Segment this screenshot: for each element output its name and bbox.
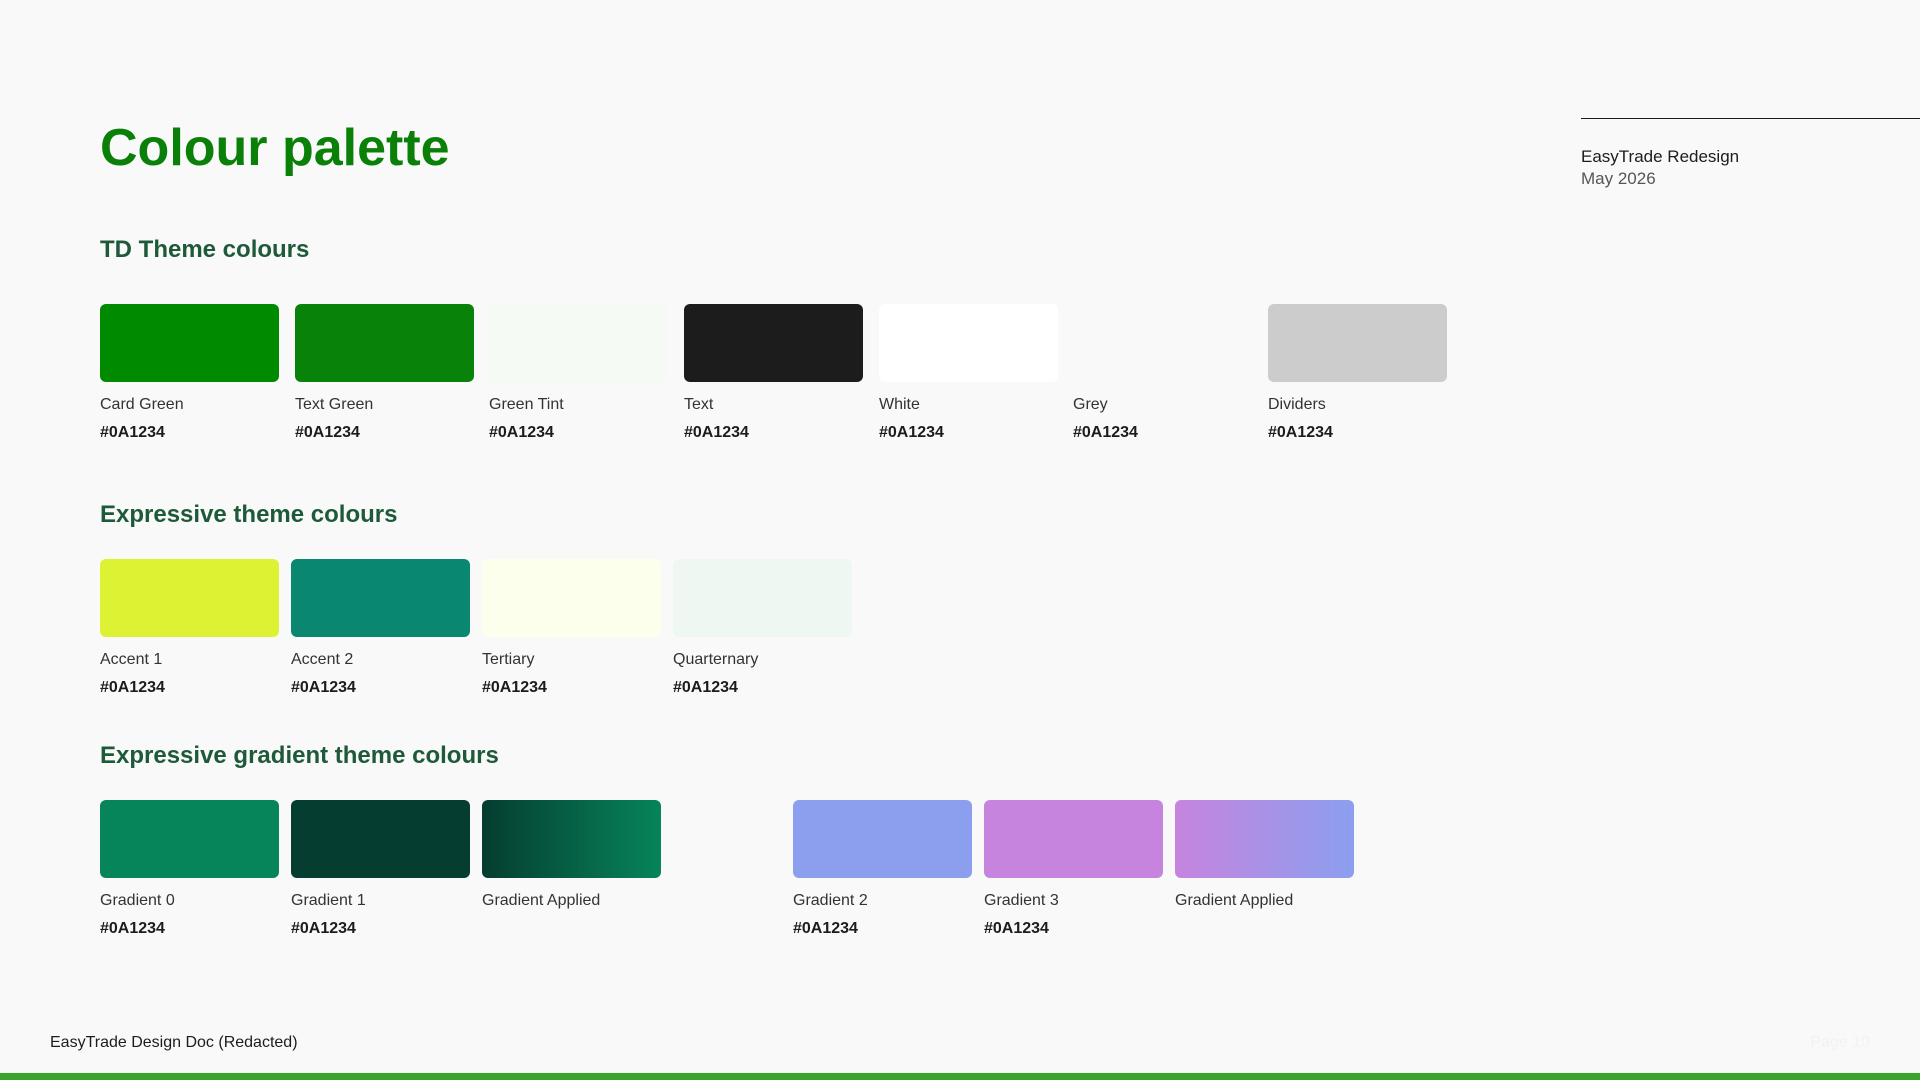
swatch-chip — [291, 800, 470, 878]
swatch-name: Gradient Applied — [1175, 892, 1294, 909]
swatch-grey: Grey #0A1234 — [1073, 304, 1252, 443]
swatch-chip — [684, 304, 863, 382]
swatch-chip — [100, 559, 279, 637]
swatch-chip — [984, 800, 1163, 878]
swatch-chip — [1073, 304, 1252, 382]
swatch-chip — [879, 304, 1058, 382]
section-title-gradient: Expressive gradient theme colours — [100, 742, 499, 769]
swatch-hex: #0A1234 — [291, 920, 356, 937]
swatch-hex: #0A1234 — [1073, 424, 1138, 441]
swatch-gradient-1: Gradient 1 #0A1234 — [291, 800, 470, 939]
swatch-name: Card Green — [100, 396, 184, 413]
swatch-hex: #0A1234 — [100, 679, 165, 696]
header-divider — [1581, 118, 1920, 119]
swatch-gradient-applied-purple: Gradient Applied — [1175, 800, 1354, 911]
bottom-accent-bar — [0, 1073, 1920, 1080]
project-name: EasyTrade Redesign — [1581, 147, 1740, 166]
footer-doc-title: EasyTrade Design Doc (Redacted) — [50, 1034, 298, 1051]
swatch-text-green: Text Green #0A1234 — [295, 304, 474, 443]
swatch-name: Tertiary — [482, 651, 535, 668]
swatch-name: Gradient 2 — [793, 892, 868, 909]
swatch-name: Dividers — [1268, 396, 1326, 413]
swatch-hex: #0A1234 — [291, 679, 356, 696]
swatch-hex: #0A1234 — [984, 920, 1049, 937]
swatch-white: White #0A1234 — [879, 304, 1058, 443]
swatch-gradient-applied-green: Gradient Applied — [482, 800, 661, 911]
swatch-chip — [1175, 800, 1354, 878]
swatch-name: Accent 1 — [100, 651, 163, 668]
doc-date: May 2026 — [1581, 169, 1656, 188]
swatch-gradient-0: Gradient 0 #0A1234 — [100, 800, 279, 939]
swatch-gradient-2: Gradient 2 #0A1234 — [793, 800, 972, 939]
swatch-hex: #0A1234 — [1268, 424, 1333, 441]
doc-meta: EasyTrade Redesign May 2026 — [1581, 146, 1739, 190]
page-number: Page 10 — [1810, 1034, 1870, 1051]
swatch-chip — [482, 800, 661, 878]
swatch-name: Grey — [1073, 396, 1108, 413]
section-title-expressive: Expressive theme colours — [100, 501, 398, 528]
swatch-chip — [291, 559, 470, 637]
swatch-chip — [793, 800, 972, 878]
swatch-name: Gradient Applied — [482, 892, 601, 909]
swatch-hex: #0A1234 — [100, 424, 165, 441]
swatch-hex: #0A1234 — [489, 424, 554, 441]
swatch-hex: #0A1234 — [673, 679, 738, 696]
swatch-hex: #0A1234 — [482, 679, 547, 696]
swatch-card-green: Card Green #0A1234 — [100, 304, 279, 443]
swatch-name: Quarternary — [673, 651, 759, 668]
swatch-chip — [1268, 304, 1447, 382]
swatch-dividers: Dividers #0A1234 — [1268, 304, 1447, 443]
swatch-name: Green Tint — [489, 396, 564, 413]
swatch-name: Gradient 0 — [100, 892, 175, 909]
swatch-chip — [100, 304, 279, 382]
section-title-td-theme: TD Theme colours — [100, 236, 310, 263]
swatch-hex: #0A1234 — [793, 920, 858, 937]
swatch-hex: #0A1234 — [100, 920, 165, 937]
swatch-chip — [673, 559, 852, 637]
swatch-hex: #0A1234 — [879, 424, 944, 441]
swatch-name: White — [879, 396, 920, 413]
swatch-name: Text Green — [295, 396, 374, 413]
swatch-tertiary: Tertiary #0A1234 — [482, 559, 661, 698]
swatch-accent-1: Accent 1 #0A1234 — [100, 559, 279, 698]
swatch-chip — [489, 304, 668, 382]
swatch-name: Accent 2 — [291, 651, 354, 668]
swatch-hex: #0A1234 — [684, 424, 749, 441]
swatch-name: Gradient 1 — [291, 892, 366, 909]
swatch-name: Gradient 3 — [984, 892, 1059, 909]
swatch-name: Text — [684, 396, 714, 413]
page-title: Colour palette — [100, 119, 450, 177]
swatch-chip — [100, 800, 279, 878]
swatch-green-tint: Green Tint #0A1234 — [489, 304, 668, 443]
swatch-gradient-3: Gradient 3 #0A1234 — [984, 800, 1163, 939]
swatch-accent-2: Accent 2 #0A1234 — [291, 559, 470, 698]
swatch-chip — [295, 304, 474, 382]
swatch-quarternary: Quarternary #0A1234 — [673, 559, 852, 698]
swatch-text: Text #0A1234 — [684, 304, 863, 443]
swatch-chip — [482, 559, 661, 637]
swatch-hex: #0A1234 — [295, 424, 360, 441]
